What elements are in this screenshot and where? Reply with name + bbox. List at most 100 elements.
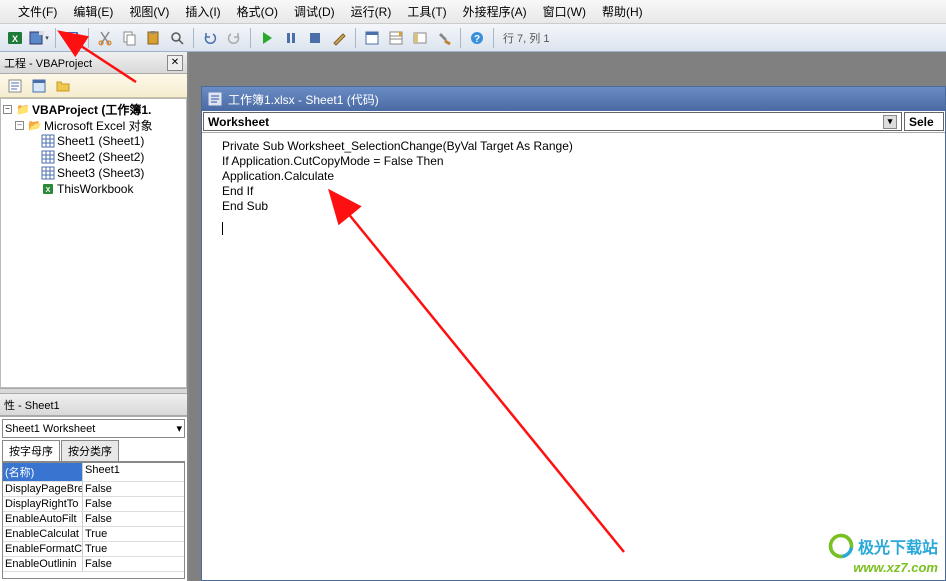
find-button[interactable] xyxy=(166,27,188,49)
object-browser-button[interactable] xyxy=(409,27,431,49)
properties-panel-header: 性 - Sheet1 xyxy=(0,394,187,416)
property-value[interactable]: False xyxy=(83,557,184,571)
view-excel-button[interactable]: X xyxy=(4,27,26,49)
svg-text:X: X xyxy=(46,187,51,194)
view-code-button[interactable] xyxy=(4,75,26,97)
workbook-icon: X xyxy=(41,182,55,196)
sheet-icon xyxy=(41,166,55,180)
view-object-button[interactable] xyxy=(28,75,50,97)
properties-button[interactable] xyxy=(385,27,407,49)
toolbox-button[interactable] xyxy=(433,27,455,49)
menu-bar: 文件(F) 编辑(E) 视图(V) 插入(I) 格式(O) 调试(D) 运行(R… xyxy=(0,0,946,24)
code-line: If Application.CutCopyMode = False Then xyxy=(222,154,937,169)
mdi-area: 工作簿1.xlsx - Sheet1 (代码) Worksheet ▾ Sele… xyxy=(189,52,946,581)
code-window-titlebar[interactable]: 工作簿1.xlsx - Sheet1 (代码) xyxy=(202,87,945,111)
procedure-combo[interactable]: Sele xyxy=(904,112,944,131)
property-value[interactable]: False xyxy=(83,512,184,526)
cursor-position-label: 行 7, 列 1 xyxy=(499,30,553,46)
property-row[interactable]: EnableCalculatTrue xyxy=(3,527,184,542)
project-explorer-button[interactable] xyxy=(361,27,383,49)
properties-panel: Sheet1 Worksheet▾ 按字母序 按分类序 (名称)Sheet1Di… xyxy=(0,416,187,581)
cut-button[interactable] xyxy=(94,27,116,49)
property-row[interactable]: EnableFormatCoTrue xyxy=(3,542,184,557)
code-line: Private Sub Worksheet_SelectionChange(By… xyxy=(222,139,937,154)
property-name: EnableCalculat xyxy=(3,527,83,541)
object-combo[interactable]: Worksheet ▾ xyxy=(203,112,902,131)
tree-sheet1[interactable]: Sheet1 (Sheet1) xyxy=(3,133,184,149)
menu-help[interactable]: 帮助(H) xyxy=(594,3,651,20)
property-value[interactable]: True xyxy=(83,527,184,541)
design-mode-button[interactable] xyxy=(328,27,350,49)
property-row[interactable]: EnableOutlininFalse xyxy=(3,557,184,572)
save-button[interactable] xyxy=(61,27,83,49)
menu-tools[interactable]: 工具(T) xyxy=(399,3,454,20)
property-name: EnableAutoFilt xyxy=(3,512,83,526)
property-value[interactable]: False xyxy=(83,482,184,496)
code-window-title: 工作簿1.xlsx - Sheet1 (代码) xyxy=(228,91,379,108)
code-line: Application.Calculate xyxy=(222,169,937,184)
project-panel-close-button[interactable]: ✕ xyxy=(167,55,183,71)
property-value[interactable]: Sheet1 xyxy=(83,463,184,481)
property-value[interactable]: True xyxy=(83,542,184,556)
reset-button[interactable] xyxy=(304,27,326,49)
menu-debug[interactable]: 调试(D) xyxy=(286,3,343,20)
menu-addins[interactable]: 外接程序(A) xyxy=(455,3,535,20)
tab-alphabetic[interactable]: 按字母序 xyxy=(2,440,60,461)
svg-text:?: ? xyxy=(474,34,480,45)
properties-grid[interactable]: (名称)Sheet1DisplayPageBreFalseDisplayRigh… xyxy=(2,462,185,579)
tree-sheet2[interactable]: Sheet2 (Sheet2) xyxy=(3,149,184,165)
copy-button[interactable] xyxy=(118,27,140,49)
properties-panel-title: 性 - Sheet1 xyxy=(4,397,60,413)
break-button[interactable] xyxy=(280,27,302,49)
code-line: End If xyxy=(222,184,937,199)
property-name: (名称) xyxy=(3,463,83,481)
project-panel-toolbar xyxy=(0,74,187,98)
tab-categorized[interactable]: 按分类序 xyxy=(61,440,119,461)
menu-window[interactable]: 窗口(W) xyxy=(535,3,594,20)
collapse-icon[interactable]: – xyxy=(3,105,12,114)
watermark: 极光下载站 www.xz7.com xyxy=(827,532,938,575)
property-row[interactable]: DisplayPageBreFalse xyxy=(3,482,184,497)
undo-button[interactable] xyxy=(199,27,221,49)
menu-format[interactable]: 格式(O) xyxy=(229,3,286,20)
property-value[interactable]: False xyxy=(83,497,184,511)
tree-root[interactable]: – 📁 VBAProject (工作簿1. xyxy=(3,101,184,117)
project-panel-header: 工程 - VBAProject ✕ xyxy=(0,52,187,74)
menu-file[interactable]: 文件(F) xyxy=(10,3,65,20)
sheet-icon xyxy=(41,150,55,164)
run-button[interactable] xyxy=(256,27,278,49)
sheet-icon xyxy=(41,134,55,148)
watermark-url: www.xz7.com xyxy=(827,560,938,575)
code-line: End Sub xyxy=(222,199,937,214)
code-editor[interactable]: Private Sub Worksheet_SelectionChange(By… xyxy=(202,133,945,247)
property-row[interactable]: (名称)Sheet1 xyxy=(3,463,184,482)
property-name: EnableOutlinin xyxy=(3,557,83,571)
property-row[interactable]: EnableAutoFiltFalse xyxy=(3,512,184,527)
insert-module-button[interactable]: ▾ xyxy=(28,27,50,49)
toggle-folders-button[interactable] xyxy=(52,75,74,97)
paste-button[interactable] xyxy=(142,27,164,49)
tree-thisworkbook[interactable]: X ThisWorkbook xyxy=(3,181,184,197)
menu-run[interactable]: 运行(R) xyxy=(343,3,400,20)
toolbar: X ▾ ? 行 7, 列 1 xyxy=(0,24,946,52)
menu-edit[interactable]: 编辑(E) xyxy=(65,3,121,20)
properties-tabs: 按字母序 按分类序 xyxy=(2,440,185,462)
code-window: 工作簿1.xlsx - Sheet1 (代码) Worksheet ▾ Sele… xyxy=(201,86,946,581)
menu-insert[interactable]: 插入(I) xyxy=(177,3,228,20)
watermark-name: 极光下载站 xyxy=(858,540,938,557)
chevron-down-icon: ▾ xyxy=(883,115,897,129)
help-button[interactable]: ? xyxy=(466,27,488,49)
svg-text:X: X xyxy=(12,34,18,44)
project-icon: 📁 xyxy=(16,103,30,116)
menu-view[interactable]: 视图(V) xyxy=(121,3,177,20)
properties-object-combo[interactable]: Sheet1 Worksheet▾ xyxy=(2,419,185,438)
code-window-icon xyxy=(208,92,222,106)
property-name: EnableFormatCo xyxy=(3,542,83,556)
folder-icon: 📂 xyxy=(28,119,42,132)
property-row[interactable]: DisplayRightToFalse xyxy=(3,497,184,512)
project-tree[interactable]: – 📁 VBAProject (工作簿1. – 📂 Microsoft Exce… xyxy=(0,98,187,388)
tree-folder[interactable]: – 📂 Microsoft Excel 对象 xyxy=(3,117,184,133)
redo-button[interactable] xyxy=(223,27,245,49)
tree-sheet3[interactable]: Sheet3 (Sheet3) xyxy=(3,165,184,181)
collapse-icon[interactable]: – xyxy=(15,121,24,130)
